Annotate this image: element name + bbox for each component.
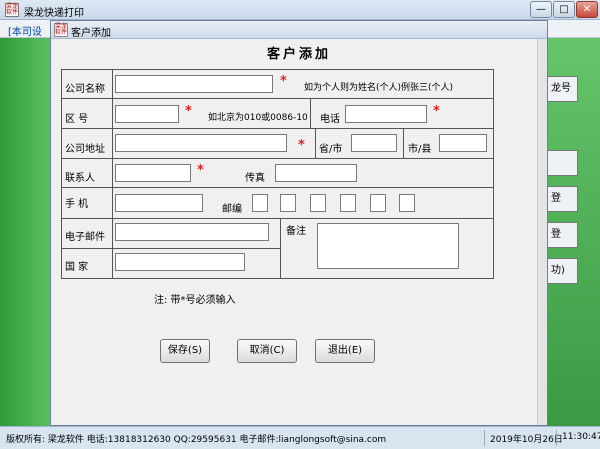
country-input[interactable] [115,253,245,271]
customer-add-dialog: 梁龙软件 客户添加 客户添加 公司名称 * 如为个人则为姓名(个人)例张三(个人… [50,20,548,426]
dialog-logo-icon: 梁龙软件 [54,23,68,37]
status-divider [556,430,557,446]
postcode-digit-4[interactable] [340,194,356,212]
fax-input[interactable] [275,164,357,182]
status-time: 11:30:47 [562,432,600,442]
company-name-input[interactable] [115,75,273,93]
menu-item-company-settings[interactable]: [本司设 [8,23,42,38]
city-input[interactable] [439,134,487,152]
area-code-input[interactable] [115,105,179,123]
dialog-scrollbar[interactable] [537,39,547,425]
province-input[interactable] [351,134,397,152]
required-mark: * [280,74,287,89]
minimize-button[interactable]: — [530,1,552,18]
area-code-hint: 如北京为010或0086-10 [208,113,308,123]
label-company-name: 公司名称 [65,84,105,95]
remark-textarea[interactable] [317,223,459,269]
save-button[interactable]: 保存(S) [160,339,210,363]
form-row-divider [62,98,493,99]
postcode-digit-3[interactable] [310,194,326,212]
phone-input[interactable] [345,105,427,123]
right-button-2[interactable] [548,150,578,176]
status-date: 2019年10月26日 [490,435,563,445]
close-button[interactable]: ✕ [576,1,598,18]
status-divider [484,430,485,446]
email-input[interactable] [115,223,269,241]
label-city: 市/县 [408,144,432,155]
form-col-divider [403,128,404,158]
required-mark: * [298,138,305,153]
required-mark: * [433,104,440,119]
cancel-button[interactable]: 取消(C) [237,339,297,363]
label-company-address: 公司地址 [65,144,105,155]
required-mark: * [185,104,192,119]
postcode-digit-2[interactable] [280,194,296,212]
contact-input[interactable] [115,164,191,182]
form-col-divider [310,98,311,128]
form-row-divider [62,187,493,188]
right-button-5[interactable]: 功) [548,258,578,284]
dialog-title: 客户添加 [71,28,111,39]
postcode-digit-6[interactable] [399,194,415,212]
status-copyright: 版权所有: 梁龙软件 电话:13818312630 QQ:29595631 电子… [6,435,387,445]
label-email: 电子邮件 [65,232,105,243]
label-postcode: 邮编 [222,204,242,215]
postcode-digit-1[interactable] [252,194,268,212]
label-contact: 联系人 [65,173,95,184]
right-button-4[interactable]: 登 [548,222,578,248]
form-row-divider [62,158,493,159]
postcode-digit-5[interactable] [370,194,386,212]
required-footnote: 注: 带*号必须输入 [154,295,236,306]
dialog-body: 客户添加 公司名称 * 如为个人则为姓名(个人)例张三(个人) 区 号 * 如北… [51,39,547,425]
form-col-divider [280,218,281,278]
label-area-code: 区 号 [65,114,89,125]
required-mark: * [197,163,204,178]
label-country: 国 家 [65,262,89,273]
form-row-divider [62,128,493,129]
company-address-input[interactable] [115,134,287,152]
customer-form: 公司名称 * 如为个人则为姓名(个人)例张三(个人) 区 号 * 如北京为010… [61,69,494,279]
status-bar: 版权所有: 梁龙软件 电话:13818312630 QQ:29595631 电子… [0,426,600,449]
company-name-hint: 如为个人则为姓名(个人)例张三(个人) [304,83,454,93]
label-fax: 传真 [245,173,265,184]
dialog-title-bar: 梁龙软件 客户添加 [51,21,547,39]
exit-button[interactable]: 退出(E) [315,339,375,363]
app-logo-icon: 梁龙软件 [5,3,19,17]
form-col-divider [112,70,113,278]
form-heading: 客户添加 [266,47,331,62]
label-mobile: 手 机 [65,199,89,210]
left-background-panel [0,38,50,426]
form-row-divider [62,248,280,249]
mobile-input[interactable] [115,194,203,212]
right-button-1[interactable]: 龙号 [548,76,578,102]
form-col-divider [315,128,316,158]
label-phone: 电话 [320,114,340,125]
right-button-3[interactable]: 登 [548,186,578,212]
form-row-divider [62,218,493,219]
app-title: 梁龙快递打印 [24,8,84,19]
label-remark: 备注 [286,226,306,237]
maximize-button[interactable]: □ [553,1,575,18]
label-province: 省/市 [319,144,343,155]
app-title-bar: 梁龙软件 梁龙快递打印 — □ ✕ [0,0,600,20]
